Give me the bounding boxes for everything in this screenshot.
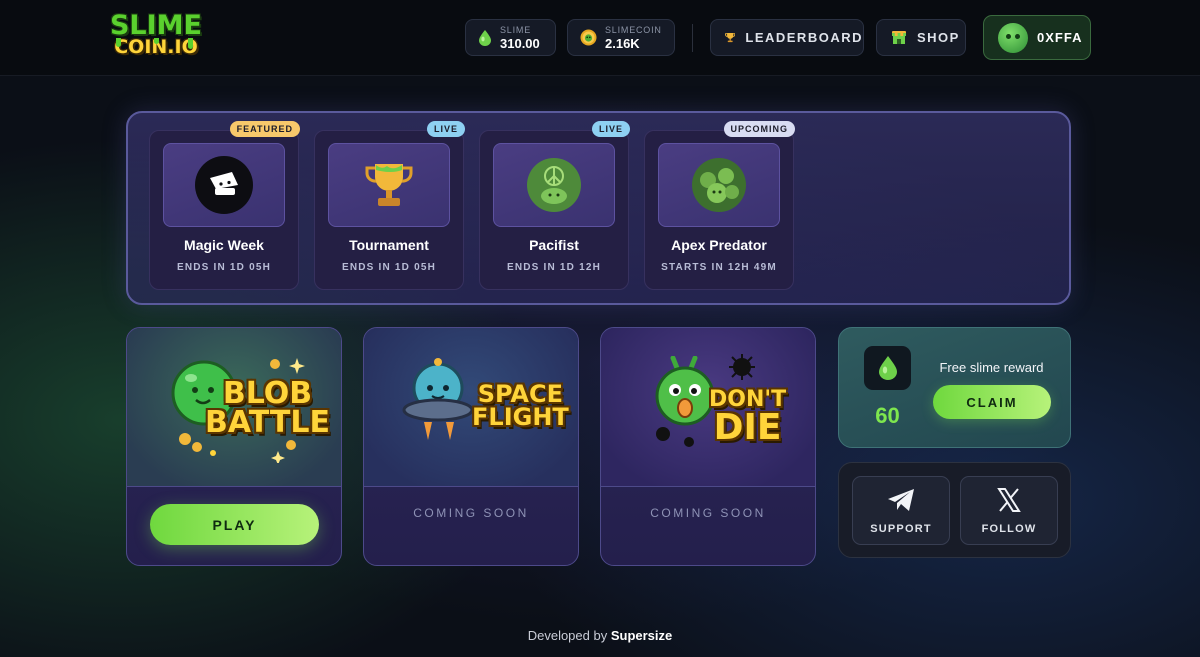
claim-button[interactable]: CLAIM <box>933 385 1051 419</box>
logo-drip <box>154 38 159 44</box>
support-button[interactable]: SUPPORT <box>852 476 950 545</box>
event-timer: ENDS IN 1D 05H <box>176 262 272 273</box>
reward-amount: 60 <box>875 403 900 428</box>
event-thumbnail <box>658 143 780 227</box>
event-timer: ENDS IN 1D 12H <box>506 262 602 273</box>
logo-drip <box>116 38 121 47</box>
footer-prefix: Developed by <box>527 628 608 643</box>
game-title-space-flight: SPACE FLIGHT <box>472 382 569 431</box>
reward-icon-box <box>864 346 911 390</box>
coming-soon-label: COMING SOON <box>413 506 529 520</box>
wallet-button[interactable]: 0XFFA <box>983 15 1091 60</box>
game-card-space-flight[interactable]: SPACE FLIGHT COMING SOON <box>363 327 579 566</box>
support-label: SUPPORT <box>870 522 932 535</box>
event-title: Apex Predator <box>671 237 767 253</box>
slime-balance-label: SLIME <box>500 24 532 35</box>
game-title-dont-die: DON'T DIE <box>709 389 786 448</box>
event-title: Magic Week <box>184 237 264 253</box>
slimecoin-balance-value: 2.16K <box>605 35 640 51</box>
gold-coins-icon <box>179 433 296 463</box>
magic-hat-icon <box>195 156 253 214</box>
avatar <box>998 22 1028 53</box>
logo-text-slime: SLIME <box>109 10 202 41</box>
slimecoin-balance-label: SLIMECOIN <box>605 24 662 35</box>
sparkle-icon <box>270 358 305 374</box>
event-timer: ENDS IN 1D 05H <box>341 262 437 273</box>
top-nav-bar: SLIME COIN.IO SLIME 310.00 SLIMECOIN 2.1… <box>0 0 1200 76</box>
event-card-magic-week[interactable]: FEATURED Magic Week ENDS IN 1D 05H <box>149 121 300 290</box>
event-title: Pacifist <box>529 237 579 253</box>
shop-label: SHOP <box>917 30 960 45</box>
live-badge: LIVE <box>426 121 465 137</box>
game-art-dont-die: DON'T DIE <box>601 328 815 487</box>
leaderboard-label: LEADERBOARD <box>745 30 863 45</box>
shop-button[interactable]: SHOP <box>876 19 966 56</box>
slimecoin-icon <box>580 29 597 46</box>
event-timer: STARTS IN 12H 49M <box>661 262 777 273</box>
event-card-pacifist[interactable]: LIVE Pacifist ENDS IN 1D 12H <box>479 121 630 290</box>
peace-slime-icon <box>527 158 581 212</box>
footer-brand-link[interactable]: Supersize <box>611 628 672 643</box>
game-title-line: DIE <box>713 406 782 448</box>
slime-horde-icon <box>692 158 746 212</box>
coming-soon-label: COMING SOON <box>650 506 766 520</box>
shop-icon <box>892 31 906 44</box>
slime-drop-icon <box>878 356 897 380</box>
leaderboard-button[interactable]: LEADERBOARD <box>710 19 864 56</box>
wallet-address: 0XFFA <box>1037 30 1083 45</box>
trophy-icon <box>365 164 413 206</box>
slime-balance-value: 310.00 <box>500 35 540 51</box>
event-thumbnail <box>493 143 615 227</box>
event-thumbnail <box>163 143 285 227</box>
logo-drip <box>188 38 193 49</box>
trophy-icon <box>725 33 736 43</box>
play-button[interactable]: PLAY <box>150 504 319 545</box>
slimecoin-balance[interactable]: SLIMECOIN 2.16K <box>567 19 675 56</box>
telegram-icon <box>888 488 914 511</box>
game-art-space-flight: SPACE FLIGHT <box>364 328 578 487</box>
x-logo-icon <box>997 487 1021 512</box>
event-card-apex-predator[interactable]: UPCOMING Apex Predator STARTS IN 12H 49M <box>644 121 795 290</box>
footer-credit: Developed by Supersize <box>0 628 1200 643</box>
social-links-card: SUPPORT FOLLOW <box>838 462 1071 558</box>
slime-balance[interactable]: SLIME 310.00 <box>465 19 556 56</box>
game-card-blob-battle[interactable]: BLOB BATTLE PLAY <box>126 327 342 566</box>
game-art-blob-battle: BLOB BATTLE <box>127 328 341 487</box>
featured-badge: FEATURED <box>229 121 300 137</box>
event-card-tournament[interactable]: LIVE Tournament ENDS IN 1D 05H <box>314 121 465 290</box>
header-divider <box>692 24 693 52</box>
slime-drop-icon <box>479 30 491 46</box>
bomb-icon <box>729 354 755 380</box>
game-title-line: FLIGHT <box>472 402 569 431</box>
live-badge: LIVE <box>591 121 630 137</box>
reward-label: Free slime reward <box>939 360 1044 375</box>
game-card-dont-die[interactable]: DON'T DIE COMING SOON <box>600 327 816 566</box>
slimecoin-logo[interactable]: SLIME COIN.IO <box>106 12 206 62</box>
upcoming-badge: UPCOMING <box>723 121 795 137</box>
ufo-slime-icon <box>402 358 474 440</box>
event-thumbnail <box>328 143 450 227</box>
event-title: Tournament <box>349 237 429 253</box>
follow-button[interactable]: FOLLOW <box>960 476 1058 545</box>
events-panel: FEATURED Magic Week ENDS IN 1D 05H LIVE … <box>126 111 1071 305</box>
free-slime-reward-card: 60 Free slime reward CLAIM <box>838 327 1071 448</box>
follow-label: FOLLOW <box>981 522 1037 535</box>
